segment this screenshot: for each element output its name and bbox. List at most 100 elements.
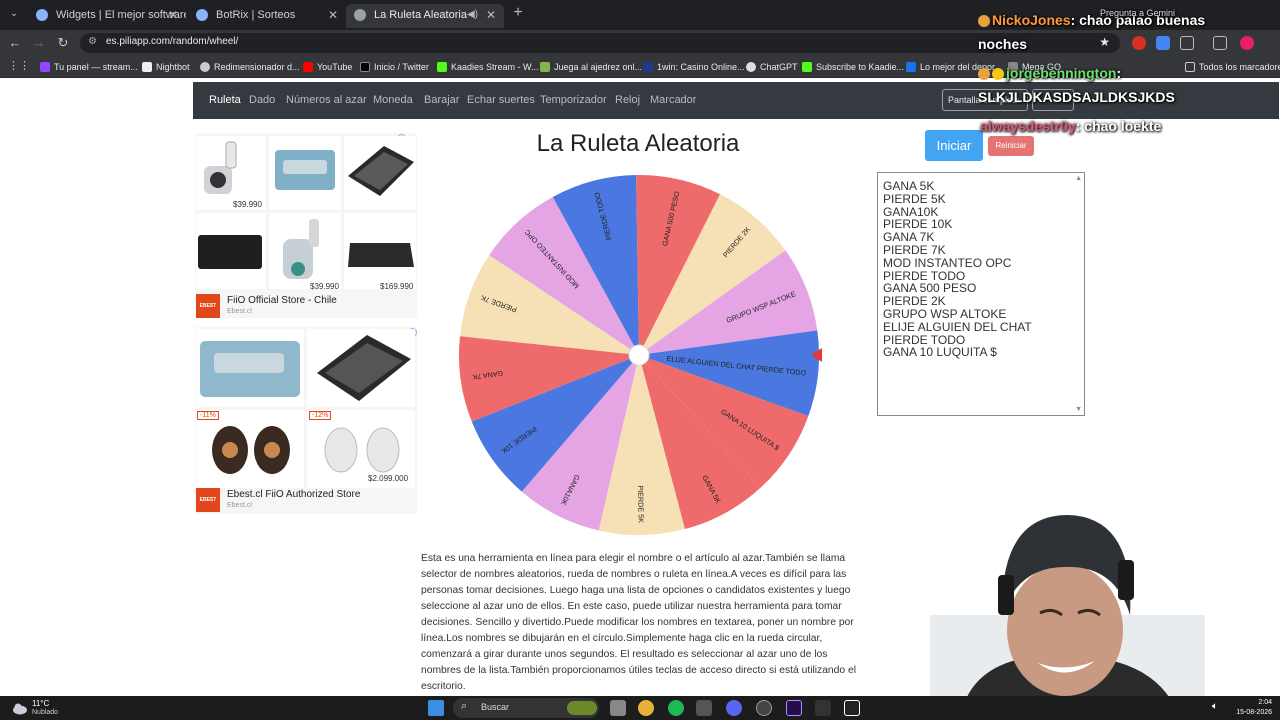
product-image[interactable] — [196, 136, 266, 210]
bookmark-item[interactable]: ChatGPT — [746, 60, 798, 74]
tab-ruleta[interactable]: La Ruleta Aleatoria ◀) ✕ — [346, 4, 504, 28]
bookmark-item[interactable]: Kaadies Stream - W... — [437, 60, 539, 74]
store-domain: Ebest.cl — [227, 502, 252, 509]
price-label: $2.099.000 — [368, 474, 409, 483]
product-image[interactable] — [269, 213, 341, 289]
all-bookmarks-folder[interactable]: Todos los marcadores — [1185, 60, 1280, 74]
wheel-hub — [628, 344, 650, 366]
sidepanel-icon[interactable] — [1213, 36, 1227, 50]
obs-icon[interactable] — [756, 700, 772, 716]
product-image[interactable] — [269, 136, 341, 210]
nav-ruleta[interactable]: Ruleta — [209, 94, 241, 106]
bookmark-item[interactable]: Inicio / Twitter — [360, 60, 429, 74]
tab-close-icon[interactable]: ✕ — [486, 4, 496, 26]
reset-button[interactable]: Reiniciar — [988, 136, 1034, 156]
tab-widgets[interactable]: Widgets | El mejor software pa ✕ — [28, 4, 186, 28]
reload-icon[interactable]: ↻ — [54, 34, 72, 52]
product-image[interactable] — [196, 213, 266, 289]
chrome-icon[interactable] — [638, 700, 654, 716]
clock-time: 2:04 — [1258, 699, 1272, 706]
nav-moneda[interactable]: Moneda — [373, 94, 413, 106]
app-icon[interactable] — [844, 700, 860, 716]
store-name[interactable]: FiiO Official Store - Chile — [227, 295, 337, 306]
tab-botrix[interactable]: BotRix | Sorteos ✕ — [188, 4, 346, 28]
nav-barajar[interactable]: Barajar — [424, 94, 459, 106]
task-view-icon[interactable] — [610, 700, 626, 716]
nav-marcador[interactable]: Marcador — [650, 94, 696, 106]
product-image[interactable] — [307, 329, 415, 407]
address-bar[interactable]: ⚙ es.piliapp.com/random/wheel/ ★ — [80, 33, 1120, 53]
extension-icon[interactable] — [1132, 36, 1146, 50]
options-textarea[interactable]: GANA 5K PIERDE 5K GANA10K PIERDE 10K GANA 7K… — [877, 172, 1085, 416]
ad-block[interactable]: i -11% -12% $2.099.000 EBEST Ebest.cl Fi… — [195, 327, 417, 514]
options-list: GANA 5K PIERDE 5K GANA10K PIERDE 10K GANA 7K… — [878, 180, 1070, 359]
product-image[interactable] — [344, 213, 416, 289]
browser-toolbar: ← → ↻ ⚙ es.piliapp.com/random/wheel/ ★ — [0, 30, 1280, 56]
page-title: La Ruleta Aleatoria — [536, 130, 740, 157]
nav-numeros[interactable]: Números al azar — [286, 94, 367, 106]
bookmark-star-icon[interactable]: ★ — [1099, 35, 1110, 49]
description-text: Esta es una herramienta en línea para el… — [421, 553, 856, 692]
weather-text: Nublado — [32, 709, 59, 716]
bookmark-item[interactable]: Tu panel — stream... — [40, 60, 138, 74]
scroll-up-icon[interactable]: ▲ — [1075, 175, 1082, 182]
bookmark-item[interactable]: Subscribe to Kaadie... — [802, 60, 904, 74]
tab-mute-icon[interactable]: ◀) — [467, 4, 478, 26]
chat-message: alwaysdestr0y: chao loekte — [980, 118, 1162, 134]
nav-temporizador[interactable]: Temporizador — [540, 94, 607, 106]
store-name[interactable]: Ebest.cl FiiO Authorized Store — [227, 489, 360, 500]
start-button[interactable]: Iniciar — [925, 130, 983, 161]
clock[interactable]: 2:04 15-08-2026 — [1232, 698, 1272, 718]
bookmark-item[interactable]: Redimensionador d... — [200, 60, 300, 74]
gemini-hint[interactable]: Pregunta a Gemini — [1100, 8, 1175, 18]
tab-close-icon[interactable]: ✕ — [168, 4, 178, 26]
product-image[interactable] — [196, 410, 304, 488]
apps-grid-icon[interactable]: ⋮⋮ — [8, 59, 30, 72]
windows-start-icon[interactable] — [428, 700, 444, 716]
search-highlight-icon — [567, 701, 597, 715]
bookmark-item[interactable]: 1win: Casino Online... — [643, 60, 745, 74]
site-info-icon[interactable]: ⚙ — [88, 36, 97, 47]
option-line: PIERDE 5K — [883, 191, 946, 206]
discount-badge: -11% — [197, 411, 219, 420]
premiere-icon[interactable] — [786, 700, 802, 716]
bookmark-item[interactable]: Nightbot — [142, 60, 190, 74]
taskbar-search[interactable]: ⌕ Buscar — [453, 698, 599, 718]
volume-icon[interactable]: 🔈︎ — [1212, 701, 1218, 712]
store-logo: EBEST — [196, 294, 220, 318]
nav-reloj[interactable]: Reloj — [615, 94, 640, 106]
store-logo: EBEST — [196, 488, 220, 512]
tab-title: BotRix | Sorteos — [216, 9, 296, 21]
nav-dado[interactable]: Dado — [249, 94, 275, 106]
price-label: $169.990 — [380, 282, 414, 291]
extensions-puzzle-icon[interactable] — [1180, 36, 1194, 50]
new-tab-button[interactable]: + — [508, 4, 528, 24]
product-image[interactable] — [344, 136, 416, 210]
url-text: es.piliapp.com/random/wheel/ — [106, 36, 239, 47]
product-image[interactable] — [196, 329, 304, 407]
app-icon[interactable] — [815, 700, 831, 716]
extension-icon[interactable] — [1156, 36, 1170, 50]
profile-avatar[interactable] — [1240, 36, 1254, 50]
clock-date: 15-08-2026 — [1236, 709, 1272, 716]
wheel-svg[interactable]: GANA 5KPIERDE 5KGANA10KPIERDE 10KGANA 7K… — [456, 172, 822, 538]
tab-close-icon[interactable]: ✕ — [328, 4, 338, 26]
back-icon[interactable]: ← — [6, 34, 24, 52]
wheel[interactable]: GANA 5K PIERDE 5K GANA10K PIERDE 10K GANA 7K… — [456, 172, 822, 538]
tab-title: Widgets | El mejor software pa — [56, 9, 186, 21]
discord-icon[interactable] — [726, 700, 742, 716]
bookmark-item[interactable]: YouTube — [303, 60, 352, 74]
scroll-down-icon[interactable]: ▼ — [1075, 406, 1082, 413]
price-label: $39.990 — [233, 200, 262, 209]
tab-search-icon[interactable]: ⌄ — [6, 6, 22, 22]
windows-taskbar: 11°C Nublado ⌕ Buscar 🔈︎ 2:04 15-08-2026 — [0, 696, 1280, 720]
streamer-image — [930, 515, 1205, 720]
nav-echar-suertes[interactable]: Echar suertes — [467, 94, 535, 106]
tab-favicon-icon — [36, 9, 48, 21]
bookmark-item[interactable]: Juega al ajedrez onl... — [540, 60, 642, 74]
search-icon: ⌕ — [461, 700, 468, 712]
ad-block[interactable]: i $39.990 $39.990 $169.990 EBEST FiiO Of… — [195, 133, 417, 318]
app-icon[interactable] — [696, 700, 712, 716]
spotify-icon[interactable] — [668, 700, 684, 716]
forward-icon[interactable]: → — [30, 34, 48, 52]
